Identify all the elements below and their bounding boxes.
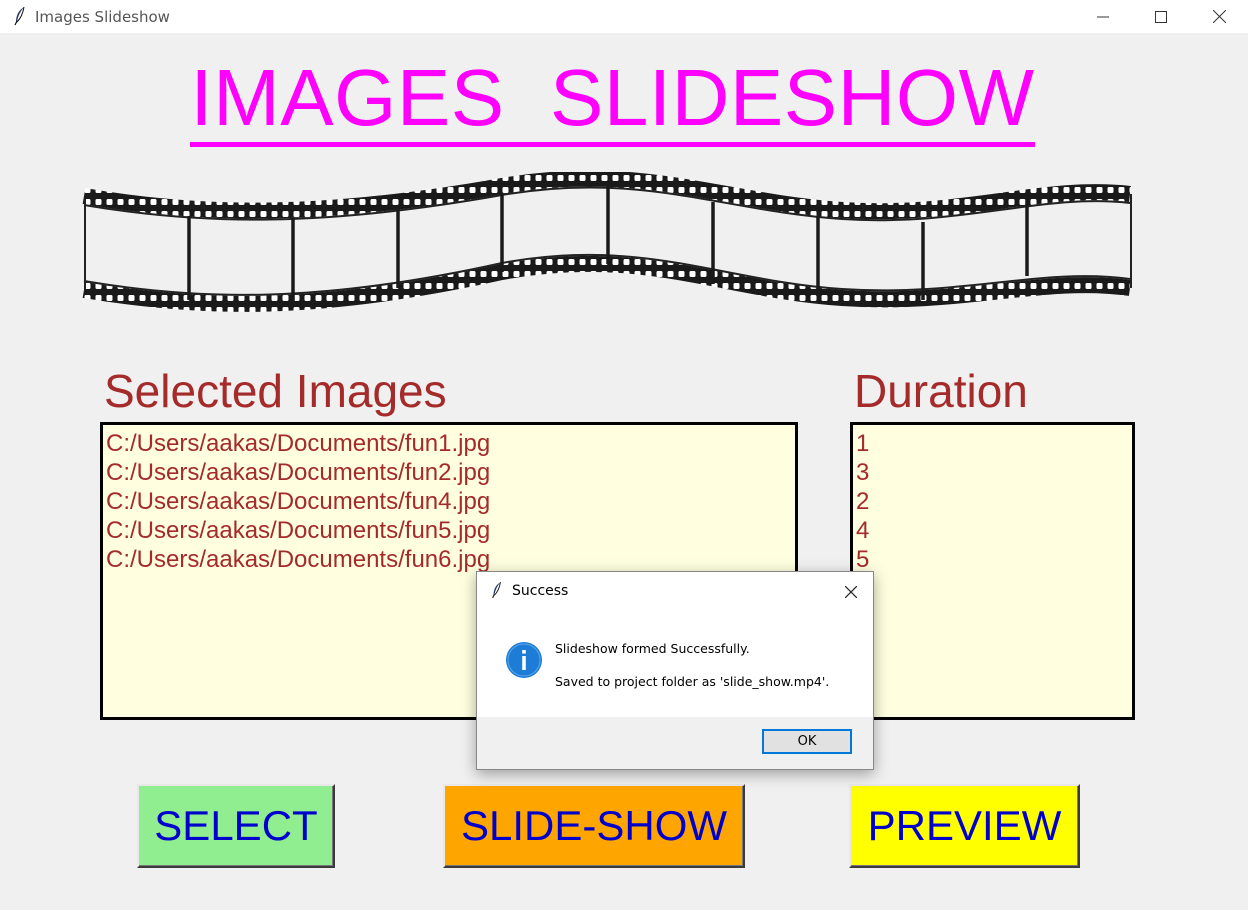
select-button[interactable]: SELECT <box>137 784 335 868</box>
app-feather-icon <box>14 6 25 26</box>
list-item[interactable]: 1 <box>856 429 1129 458</box>
list-item[interactable]: C:/Users/aakas/Documents/fun5.jpg <box>106 516 792 545</box>
list-item[interactable]: 3 <box>856 458 1129 487</box>
list-item[interactable]: 4 <box>856 516 1129 545</box>
minimize-icon <box>1097 16 1109 17</box>
maximize-button[interactable] <box>1132 0 1190 33</box>
dialog-feather-icon <box>492 582 501 599</box>
dialog-message-line2: Saved to project folder as 'slide_show.m… <box>555 674 830 689</box>
success-dialog: Success Slideshow formed Successfully. S… <box>476 571 874 770</box>
page-title: IMAGES SLIDESHOW <box>0 52 1225 147</box>
duration-listbox[interactable]: 1 3 2 4 5 <box>850 422 1135 720</box>
selected-images-label: Selected Images <box>104 365 447 417</box>
preview-button[interactable]: PREVIEW <box>849 784 1080 868</box>
list-item[interactable]: C:/Users/aakas/Documents/fun1.jpg <box>106 429 792 458</box>
close-icon <box>1212 10 1226 23</box>
window-title-bar: Images Slideshow <box>0 0 1248 33</box>
dialog-footer: OK <box>477 717 873 769</box>
slideshow-button[interactable]: SLIDE-SHOW <box>443 784 745 868</box>
list-item[interactable]: C:/Users/aakas/Documents/fun4.jpg <box>106 487 792 516</box>
list-item[interactable]: C:/Users/aakas/Documents/fun2.jpg <box>106 458 792 487</box>
close-icon <box>845 586 857 598</box>
window-title: Images Slideshow <box>35 8 170 26</box>
info-icon <box>506 642 542 678</box>
list-item[interactable]: C:/Users/aakas/Documents/fun6.jpg <box>106 545 792 574</box>
minimize-button[interactable] <box>1074 0 1132 33</box>
dialog-close-button[interactable] <box>839 582 863 602</box>
page-title-text: IMAGES SLIDESHOW <box>190 53 1035 147</box>
duration-label: Duration <box>854 365 1028 417</box>
list-item[interactable]: 2 <box>856 487 1129 516</box>
maximize-icon <box>1155 10 1167 23</box>
film-strip-image <box>82 172 1132 312</box>
close-button[interactable] <box>1190 0 1248 33</box>
list-item[interactable]: 5 <box>856 545 1129 574</box>
dialog-message-line1: Slideshow formed Successfully. <box>555 641 750 656</box>
dialog-title: Success <box>512 583 569 599</box>
ok-button[interactable]: OK <box>762 729 852 754</box>
